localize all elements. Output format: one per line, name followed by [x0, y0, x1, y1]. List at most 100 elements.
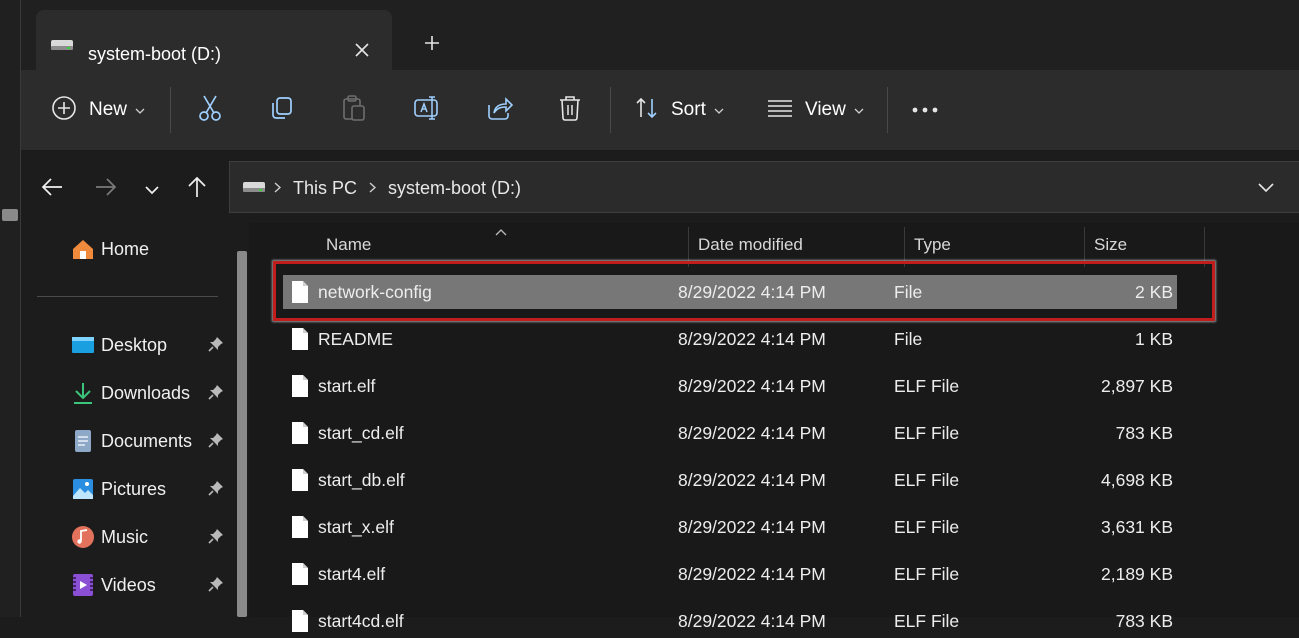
file-type: ELF File [894, 376, 960, 396]
file-type: ELF File [894, 517, 960, 537]
breadcrumb-system-boot[interactable]: system-boot (D:) [388, 178, 521, 199]
address-history-chevron-icon[interactable] [1258, 180, 1274, 198]
sidebar-item-downloads[interactable]: Downloads [71, 378, 231, 408]
table-row[interactable]: network-config 8/29/2022 4:14 PM File 2 … [283, 275, 1177, 309]
pin-icon[interactable] [208, 576, 224, 597]
table-row[interactable]: start4.elf 8/29/2022 4:14 PM ELF File 2,… [283, 557, 1177, 591]
table-row[interactable]: start_db.elf 8/29/2022 4:14 PM ELF File … [283, 463, 1177, 497]
file-date: 8/29/2022 4:14 PM [678, 470, 826, 490]
column-header-size[interactable]: Size [1094, 235, 1127, 255]
paste-icon [341, 94, 367, 127]
sort-button[interactable]: Sort [635, 70, 724, 150]
file-date: 8/29/2022 4:14 PM [678, 423, 826, 443]
address-bar[interactable]: This PC system-boot (D:) [229, 161, 1299, 213]
pin-icon[interactable] [208, 432, 224, 453]
share-button[interactable] [485, 70, 514, 150]
column-header-date[interactable]: Date modified [698, 235, 803, 255]
sidebar-item-label: Music [101, 526, 149, 547]
column-divider[interactable] [1204, 227, 1205, 267]
file-date: 8/29/2022 4:14 PM [678, 376, 826, 396]
breadcrumb-this-pc[interactable]: This PC [293, 178, 357, 199]
recent-locations-chevron-icon[interactable] [145, 182, 159, 200]
file-icon [291, 374, 309, 403]
column-header-type[interactable]: Type [914, 235, 951, 255]
drive-icon [50, 38, 74, 57]
home-icon [71, 237, 95, 261]
command-bar: New Sort View [21, 70, 1299, 151]
downloads-icon [71, 381, 95, 405]
pin-icon[interactable] [208, 336, 224, 357]
drive-icon [242, 180, 266, 199]
file-size: 4,698 KB [1101, 470, 1173, 490]
tab-title: system-boot (D:) [88, 44, 222, 64]
delete-icon [558, 95, 582, 126]
sidebar-item-home[interactable]: Home [71, 234, 231, 264]
sidebar-divider [37, 296, 218, 297]
chevron-down-icon [854, 101, 864, 119]
table-row[interactable]: start.elf 8/29/2022 4:14 PM ELF File 2,8… [283, 369, 1177, 403]
file-type: File [894, 329, 923, 349]
delete-button[interactable] [558, 70, 582, 150]
pin-icon[interactable] [208, 528, 224, 549]
plus-icon[interactable] [423, 30, 441, 56]
file-name: README [318, 329, 393, 349]
navigation-row: This PC system-boot (D:) [21, 151, 1299, 223]
file-size: 2 KB [1135, 282, 1173, 302]
file-size: 2,189 KB [1101, 564, 1173, 584]
paste-button[interactable] [341, 70, 367, 150]
chevron-down-icon [135, 101, 145, 119]
column-divider[interactable] [1084, 227, 1085, 267]
close-icon[interactable] [354, 40, 370, 62]
file-icon [291, 280, 309, 309]
chevron-right-icon[interactable] [369, 180, 377, 198]
sidebar-item-documents[interactable]: Documents [71, 426, 231, 456]
sidebar-item-label: Home [101, 238, 150, 259]
sidebar-item-videos[interactable]: Videos [71, 570, 231, 600]
file-explorer-window: system-boot (D:) New Sort View This PC s… [20, 0, 1299, 632]
file-date: 8/29/2022 4:14 PM [678, 564, 826, 584]
add-circle-icon [51, 95, 77, 126]
file-list: Name Date modified Type Size network-con… [249, 223, 1299, 632]
sidebar-item-label: Pictures [101, 478, 167, 499]
copy-icon [269, 95, 295, 126]
cut-icon [197, 94, 223, 127]
chevron-down-icon [714, 101, 724, 119]
sidebar-scrollbar[interactable] [237, 251, 247, 617]
sidebar-item-music[interactable]: Music [71, 522, 231, 552]
chevron-right-icon[interactable] [274, 180, 282, 198]
up-arrow-icon[interactable] [187, 176, 207, 203]
column-divider[interactable] [688, 227, 689, 267]
copy-button[interactable] [269, 70, 295, 150]
sidebar-item-label: Desktop [101, 334, 168, 355]
table-row[interactable]: start_x.elf 8/29/2022 4:14 PM ELF File 3… [283, 510, 1177, 544]
more-options-button[interactable] [911, 70, 939, 150]
rename-icon [413, 94, 441, 127]
table-row[interactable]: start_cd.elf 8/29/2022 4:14 PM ELF File … [283, 416, 1177, 450]
column-header-name[interactable]: Name [326, 235, 371, 255]
pin-icon[interactable] [208, 480, 224, 501]
file-name: start_x.elf [318, 517, 394, 537]
videos-icon [71, 573, 95, 597]
back-arrow-icon[interactable] [41, 177, 63, 202]
pin-icon[interactable] [208, 384, 224, 405]
tab-system-boot[interactable]: system-boot (D:) [36, 10, 392, 70]
file-type: ELF File [894, 423, 960, 443]
file-type: File [894, 282, 923, 302]
sidebar-item-label: Videos [101, 574, 156, 595]
table-row[interactable]: start4cd.elf 8/29/2022 4:14 PM ELF File … [283, 604, 1177, 638]
cut-button[interactable] [197, 70, 223, 150]
column-divider[interactable] [904, 227, 905, 267]
view-button[interactable]: View [767, 70, 864, 150]
sidebar-item-pictures[interactable]: Pictures [71, 474, 231, 504]
file-date: 8/29/2022 4:14 PM [678, 517, 826, 537]
file-size: 2,897 KB [1101, 376, 1173, 396]
table-row[interactable]: README 8/29/2022 4:14 PM File 1 KB [283, 322, 1177, 356]
sidebar-item-desktop[interactable]: Desktop [71, 330, 231, 360]
rename-button[interactable] [413, 70, 441, 150]
forward-arrow-icon[interactable] [95, 177, 117, 202]
file-size: 783 KB [1115, 423, 1173, 443]
sort-ascending-icon [495, 223, 507, 241]
file-name: start.elf [318, 376, 376, 396]
navigation-pane: Home Desktop Downloads Documents Picture… [21, 223, 249, 617]
new-button[interactable]: New [51, 70, 145, 150]
